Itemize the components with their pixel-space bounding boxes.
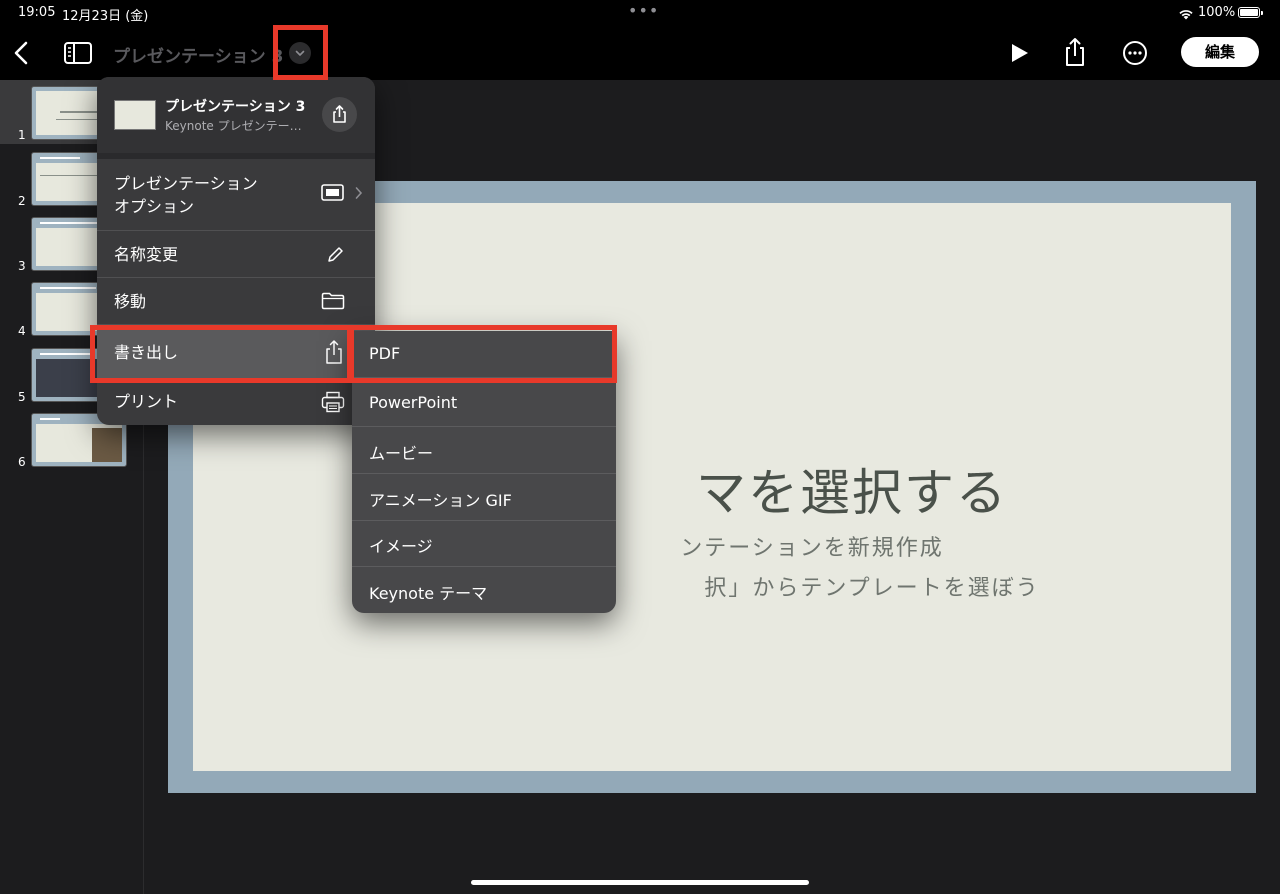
menu-item-print[interactable]: プリント bbox=[97, 379, 375, 425]
menu-item-presentation-options[interactable]: プレゼンテーション オプション bbox=[97, 159, 375, 231]
edit-button[interactable]: 編集 bbox=[1181, 37, 1259, 67]
chevron-right-icon bbox=[355, 185, 363, 204]
menu-item-export[interactable]: 書き出し bbox=[97, 325, 375, 379]
title-dropdown-button[interactable] bbox=[289, 42, 311, 64]
menu-item-label: 書き出し bbox=[114, 343, 179, 362]
chevron-down-icon bbox=[295, 50, 305, 56]
slide-number: 3 bbox=[18, 259, 26, 273]
slide-number: 2 bbox=[18, 194, 26, 208]
wifi-icon bbox=[1178, 5, 1194, 24]
menu-item-label: プリント bbox=[114, 392, 179, 411]
menu-header: プレゼンテーション 3 Keynote プレゼンテー… bbox=[97, 77, 375, 159]
menu-document-title: プレゼンテーション 3 bbox=[165, 99, 306, 115]
submenu-item-label: Keynote テーマ bbox=[369, 584, 488, 603]
document-thumbnail bbox=[114, 100, 156, 130]
battery-percent: 100% bbox=[1198, 5, 1236, 20]
slide-number: 1 bbox=[18, 128, 26, 142]
submenu-item-label: PDF bbox=[369, 344, 401, 363]
menu-item-move[interactable]: 移動 bbox=[97, 278, 375, 325]
menu-item-label: プレゼンテーション bbox=[114, 174, 258, 193]
slide-number: 6 bbox=[18, 455, 26, 469]
status-date: 12月23日 (金) bbox=[62, 9, 149, 24]
presentation-options-icon bbox=[321, 184, 345, 206]
slide-number: 4 bbox=[18, 324, 26, 338]
battery-icon bbox=[1238, 7, 1263, 18]
printer-icon bbox=[321, 391, 345, 417]
menu-item-label: 名称変更 bbox=[114, 245, 179, 264]
menu-share-button[interactable] bbox=[322, 97, 357, 132]
submenu-item-label: アニメーション GIF bbox=[369, 491, 512, 510]
export-submenu: PDF PowerPoint ムービー アニメーション GIF イメージ Key… bbox=[352, 331, 616, 613]
slide-number: 5 bbox=[18, 390, 26, 404]
menu-item-label: オプション bbox=[114, 197, 195, 216]
pencil-icon bbox=[325, 245, 345, 269]
toolbar: プレゼンテーション 3 編集 bbox=[0, 26, 1280, 80]
home-indicator[interactable] bbox=[471, 880, 809, 885]
sidebar-toggle-icon[interactable] bbox=[63, 41, 93, 65]
menu-document-type: Keynote プレゼンテー… bbox=[165, 119, 302, 133]
submenu-item-label: ムービー bbox=[369, 444, 434, 463]
share-icon bbox=[333, 105, 346, 123]
share-icon[interactable] bbox=[1062, 36, 1088, 68]
document-title[interactable]: プレゼンテーション 3 bbox=[113, 42, 283, 67]
back-chevron-icon[interactable] bbox=[10, 38, 34, 68]
status-time: 19:05 bbox=[18, 5, 56, 20]
export-image-option[interactable]: イメージ bbox=[352, 520, 616, 567]
play-icon[interactable] bbox=[1006, 40, 1032, 66]
submenu-item-label: PowerPoint bbox=[369, 393, 458, 412]
submenu-item-label: イメージ bbox=[369, 537, 433, 556]
share-icon bbox=[323, 339, 345, 369]
export-powerpoint-option[interactable]: PowerPoint bbox=[352, 380, 616, 427]
document-menu: プレゼンテーション 3 Keynote プレゼンテー… プレゼンテーション オプ… bbox=[97, 77, 375, 425]
menu-item-label: 移動 bbox=[114, 292, 147, 311]
status-bar: 19:05 12月23日 (金) ••• 100% bbox=[0, 0, 1280, 26]
export-animated-gif-option[interactable]: アニメーション GIF bbox=[352, 474, 616, 521]
multitasking-dots-icon[interactable]: ••• bbox=[628, 1, 659, 20]
more-options-icon[interactable] bbox=[1122, 40, 1148, 66]
folder-icon bbox=[321, 292, 345, 314]
menu-item-rename[interactable]: 名称変更 bbox=[97, 231, 375, 278]
export-movie-option[interactable]: ムービー bbox=[352, 427, 616, 474]
export-pdf-option[interactable]: PDF bbox=[352, 331, 616, 378]
export-keynote-theme-option[interactable]: Keynote テーマ bbox=[352, 567, 616, 613]
